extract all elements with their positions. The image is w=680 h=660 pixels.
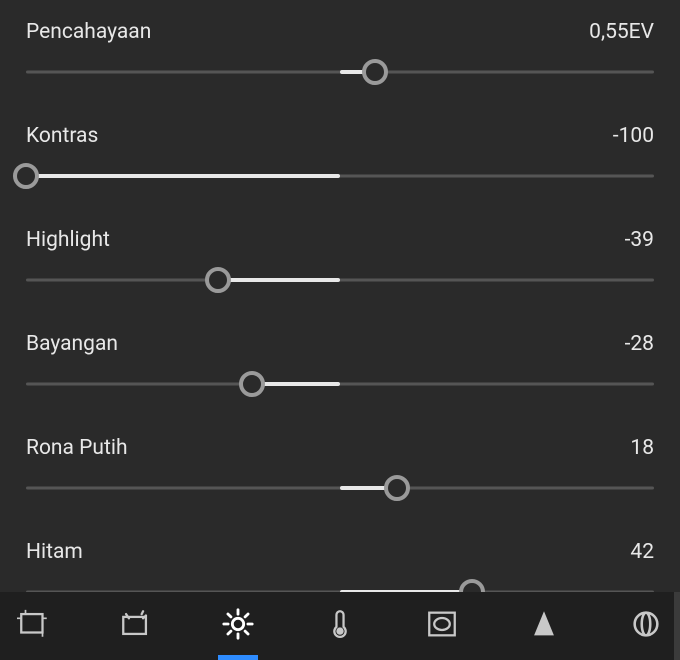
slider-track-contrast[interactable] [26, 162, 654, 190]
slider-label-shadows: Bayangan [26, 332, 118, 356]
slider-value-contrast[interactable]: -100 [613, 124, 654, 148]
sharpen-icon [527, 607, 561, 645]
temp-icon [323, 607, 357, 645]
slider-thumb-whites[interactable] [384, 475, 410, 501]
crop-icon [17, 607, 51, 645]
slider-track-highlight[interactable] [26, 266, 654, 294]
slider-label-contrast: Kontras [26, 124, 98, 148]
bottom-toolbar [0, 592, 680, 660]
vignette-icon [425, 607, 459, 645]
tool-optics[interactable] [616, 592, 676, 660]
slider-track-whites[interactable] [26, 474, 654, 502]
slider-thumb-highlight[interactable] [205, 267, 231, 293]
slider-track-exposure[interactable] [26, 58, 654, 86]
slider-value-exposure[interactable]: 0,55EV [589, 20, 654, 44]
slider-thumb-shadows[interactable] [239, 371, 265, 397]
slider-value-blacks[interactable]: 42 [630, 540, 654, 564]
slider-contrast: Kontras -100 [26, 124, 654, 190]
slider-label-blacks: Hitam [26, 540, 83, 564]
slider-highlight: Highlight -39 [26, 228, 654, 294]
slider-whites: Rona Putih 18 [26, 436, 654, 502]
optics-icon [629, 607, 663, 645]
slider-value-highlight[interactable]: -39 [625, 228, 654, 252]
slider-label-highlight: Highlight [26, 228, 110, 252]
slider-value-whites[interactable]: 18 [630, 436, 654, 460]
slider-thumb-exposure[interactable] [362, 59, 388, 85]
slider-value-shadows[interactable]: -28 [625, 332, 654, 356]
tool-temp[interactable] [310, 592, 370, 660]
auto-icon [119, 607, 153, 645]
tool-sharpen[interactable] [514, 592, 574, 660]
slider-exposure: Pencahayaan 0,55EV [26, 20, 654, 86]
tool-crop[interactable] [4, 592, 64, 660]
slider-track-shadows[interactable] [26, 370, 654, 398]
slider-label-exposure: Pencahayaan [26, 20, 151, 44]
slider-label-whites: Rona Putih [26, 436, 128, 460]
panel-edge [674, 592, 680, 660]
slider-shadows: Bayangan -28 [26, 332, 654, 398]
tool-vignette[interactable] [412, 592, 472, 660]
slider-thumb-contrast[interactable] [13, 163, 39, 189]
light-icon [221, 607, 255, 645]
light-panel: Pencahayaan 0,55EV Kontras -100 Highlight -39… [0, 0, 680, 606]
tool-light[interactable] [208, 592, 268, 660]
tool-auto[interactable] [106, 592, 166, 660]
